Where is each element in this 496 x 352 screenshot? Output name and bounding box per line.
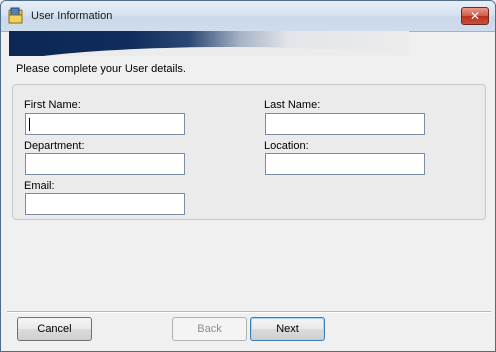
location-field[interactable] <box>265 153 425 175</box>
department-field[interactable] <box>25 153 185 175</box>
header-banner-curve <box>9 31 409 56</box>
department-label: Department: <box>24 140 85 152</box>
text-caret <box>29 118 30 131</box>
close-icon: ✕ <box>469 9 481 23</box>
window-title: User Information <box>31 10 113 22</box>
back-button[interactable]: Back <box>172 317 247 341</box>
instruction-text: Please complete your User details. <box>16 63 186 75</box>
email-label: Email: <box>24 180 55 192</box>
title-bar[interactable]: User Information ✕ <box>1 1 495 32</box>
user-information-window: User Information ✕ Please complete your … <box>0 0 496 352</box>
footer-separator-highlight <box>7 312 491 313</box>
close-button[interactable]: ✕ <box>461 7 489 25</box>
first-name-label: First Name: <box>24 99 81 111</box>
cancel-button[interactable]: Cancel <box>17 317 92 341</box>
last-name-label: Last Name: <box>264 99 321 111</box>
next-button[interactable]: Next <box>250 317 325 341</box>
app-folder-icon <box>7 7 25 25</box>
first-name-field[interactable] <box>25 113 185 135</box>
last-name-field[interactable] <box>265 113 425 135</box>
location-label: Location: <box>264 140 309 152</box>
email-field[interactable] <box>25 193 185 215</box>
